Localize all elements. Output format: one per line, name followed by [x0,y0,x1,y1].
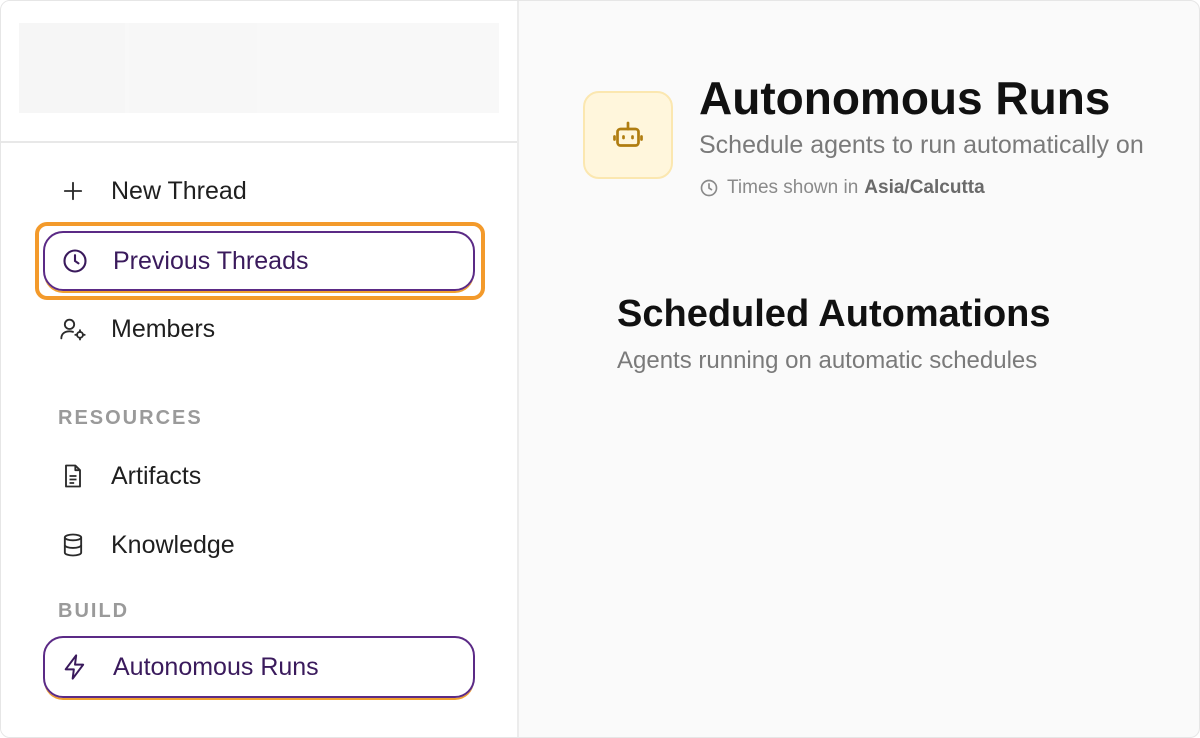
sidebar-item-label: Knowledge [111,530,235,559]
lightning-icon [59,651,91,683]
section-title: Scheduled Automations [617,293,1051,335]
sidebar-item-knowledge[interactable]: Knowledge [43,515,475,575]
sidebar-item-label: Artifacts [111,461,202,490]
sidebar-item-new-thread[interactable]: New Thread [43,161,475,221]
sidebar-item-label: New Thread [111,176,247,205]
robot-icon [583,91,673,179]
section-label-build: BUILD [58,600,130,622]
main-content: Autonomous Runs Schedule agents to run a… [521,1,1199,737]
timezone-prefix: Times shown in [727,177,859,198]
user-settings-icon [57,313,89,345]
clock-icon [699,178,719,198]
sidebar-item-artifacts[interactable]: Artifacts [43,446,475,506]
sidebar-item-label: Previous Threads [113,246,309,275]
sidebar-item-label: Members [111,314,216,343]
sidebar-item-previous-threads[interactable]: Previous Threads [43,231,475,291]
page-title: Autonomous Runs [699,72,1111,124]
page-subtitle: Schedule agents to run automatically on [699,131,1144,159]
section-label-resources: RESOURCES [58,407,203,429]
app-window: New Thread Previous Threads Members RESO… [0,0,1200,738]
timezone-value: Asia/Calcutta [864,177,985,198]
sidebar-divider [1,141,517,143]
sidebar-item-members[interactable]: Members [43,299,475,359]
sidebar-item-label: Autonomous Runs [113,652,319,681]
clock-icon [59,245,91,277]
section-subtitle: Agents running on automatic schedules [617,347,1038,374]
document-icon [57,460,89,492]
logo-placeholder [19,23,499,113]
sidebar: New Thread Previous Threads Members RESO… [1,1,519,737]
sidebar-item-autonomous-runs[interactable]: Autonomous Runs [43,636,475,698]
timezone-info: Times shown in Asia/Calcutta [699,177,985,199]
plus-icon [57,175,89,207]
database-icon [57,529,89,561]
